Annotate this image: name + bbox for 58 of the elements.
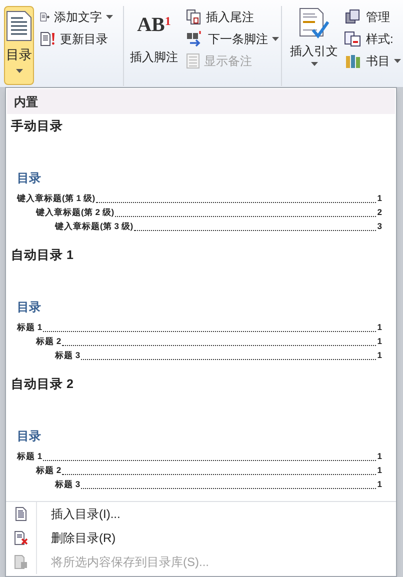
menu-item[interactable]: 插入目录(I)... — [6, 502, 396, 526]
page-number: 1 — [377, 335, 382, 348]
menu-header: 内置 — [7, 89, 395, 114]
toc-heading: 目录 — [17, 299, 41, 316]
ribbon-button[interactable]: 书目 — [342, 50, 403, 72]
document-plus-icon — [40, 10, 50, 24]
toc-line-text: 标题 2 — [36, 335, 62, 348]
gallery-item-title: 自动目录 2 — [10, 376, 74, 393]
folders-icon — [344, 9, 362, 25]
gallery-item-title: 自动目录 1 — [10, 247, 74, 264]
toc-line-text: 键入章标题(第 3 级) — [55, 220, 134, 233]
menu-item[interactable]: 删除目录(R) — [6, 526, 396, 550]
notes-icon — [186, 53, 200, 69]
page-number: 1 — [377, 478, 382, 491]
page-number: 2 — [377, 206, 382, 219]
books-icon — [344, 53, 362, 69]
caret-icon — [310, 62, 318, 66]
ribbon-button[interactable]: 插入尾注 — [184, 6, 281, 28]
toc-gallery-item[interactable]: 自动目录 2 目录 标题 1 1 标题 2 1 标题 3 1 — [6, 372, 396, 501]
caret-icon — [106, 15, 113, 19]
document-delete-icon — [14, 531, 28, 545]
caret-icon — [394, 59, 401, 63]
page-number: 3 — [377, 220, 382, 233]
toc-heading: 目录 — [17, 428, 41, 445]
document-check-icon — [299, 8, 329, 40]
toc-gallery-item[interactable]: 手动目录 目录 键入章标题(第 1 级) 1 键入章标题(第 2 级) 2 键入章标题(第 3 级) 3 — [6, 114, 396, 243]
page-number: 1 — [377, 464, 382, 477]
pages-icon — [186, 9, 202, 25]
page-number: 1 — [377, 321, 382, 334]
toc-line-text: 标题 2 — [36, 464, 62, 477]
toc-line-text: 标题 1 — [17, 321, 42, 334]
toc-button[interactable]: 目录 — [4, 6, 34, 85]
style-icon — [344, 31, 362, 47]
next-arrow-icon — [186, 31, 204, 47]
toc-gallery-item[interactable]: 自动目录 1 目录 标题 1 1 标题 2 1 标题 3 1 — [6, 243, 396, 372]
toc-line-text: 键入章标题(第 1 级) — [17, 192, 96, 205]
ribbon-button[interactable]: 更新目录 — [38, 28, 115, 50]
ribbon-button[interactable]: 管理 — [342, 6, 403, 28]
document-save-icon — [14, 555, 28, 569]
ribbon-button[interactable]: 添加文字 — [38, 6, 115, 28]
document-icon — [15, 507, 27, 521]
caret-icon — [272, 37, 279, 41]
page-number: 1 — [377, 349, 382, 362]
gallery-item-title: 手动目录 — [10, 118, 64, 135]
insert-footnote-button[interactable]: AB$^{1}$ 插入脚注 — [128, 6, 180, 86]
insert-citation-button[interactable]: 插入引文 — [286, 6, 342, 86]
ribbon-button[interactable]: 样式: — [342, 28, 403, 50]
document-icon — [6, 11, 32, 41]
toc-heading: 目录 — [17, 170, 41, 187]
toc-line-text: 标题 1 — [17, 450, 42, 463]
toc-line-text: 标题 3 — [55, 349, 80, 362]
toc-line-text: 标题 3 — [55, 478, 80, 491]
caret-icon — [16, 68, 22, 72]
toc-line-text: 键入章标题(第 2 级) — [36, 206, 114, 219]
page-number: 1 — [377, 450, 382, 463]
ribbon-button[interactable]: 下一条脚注 — [184, 28, 281, 50]
page-number: 1 — [377, 192, 382, 205]
document-alert-icon — [40, 32, 56, 46]
